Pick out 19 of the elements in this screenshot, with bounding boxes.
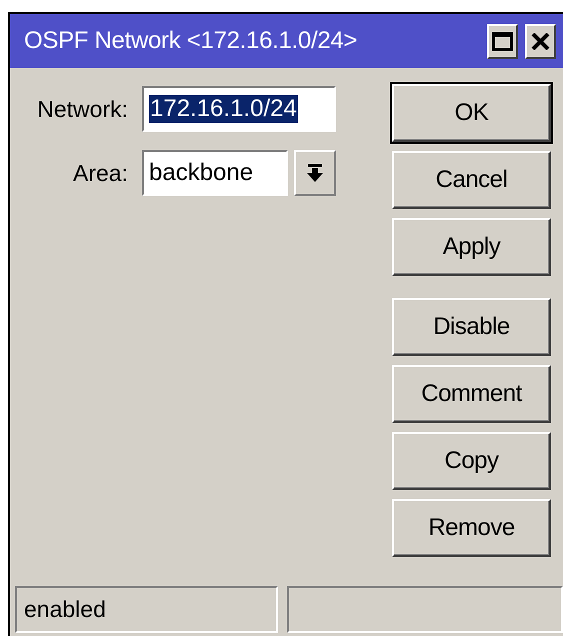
- maximize-icon: [492, 32, 513, 50]
- close-button[interactable]: [525, 24, 556, 58]
- network-field[interactable]: 172.16.1.0/24: [142, 86, 336, 132]
- area-field[interactable]: backbone: [142, 150, 288, 196]
- window-title: OSPF Network <172.16.1.0/24>: [24, 27, 358, 55]
- close-icon: [531, 32, 550, 50]
- field-label: Area:: [72, 160, 129, 186]
- dialog-button[interactable]: Copy: [392, 432, 551, 490]
- ok-button[interactable]: OK: [392, 84, 551, 142]
- status-panel: enabled: [15, 586, 278, 633]
- field-label: Network:: [36, 96, 129, 122]
- dropdown-button[interactable]: [294, 150, 336, 196]
- dialog-button[interactable]: Apply: [392, 218, 551, 276]
- dialog-button[interactable]: Remove: [392, 499, 551, 557]
- maximize-button[interactable]: [487, 24, 518, 58]
- down-arrow-icon: [307, 164, 323, 182]
- dialog-button[interactable]: Disable: [392, 298, 551, 356]
- dialog-button[interactable]: Comment: [392, 365, 551, 423]
- dialog-button[interactable]: Cancel: [392, 151, 551, 209]
